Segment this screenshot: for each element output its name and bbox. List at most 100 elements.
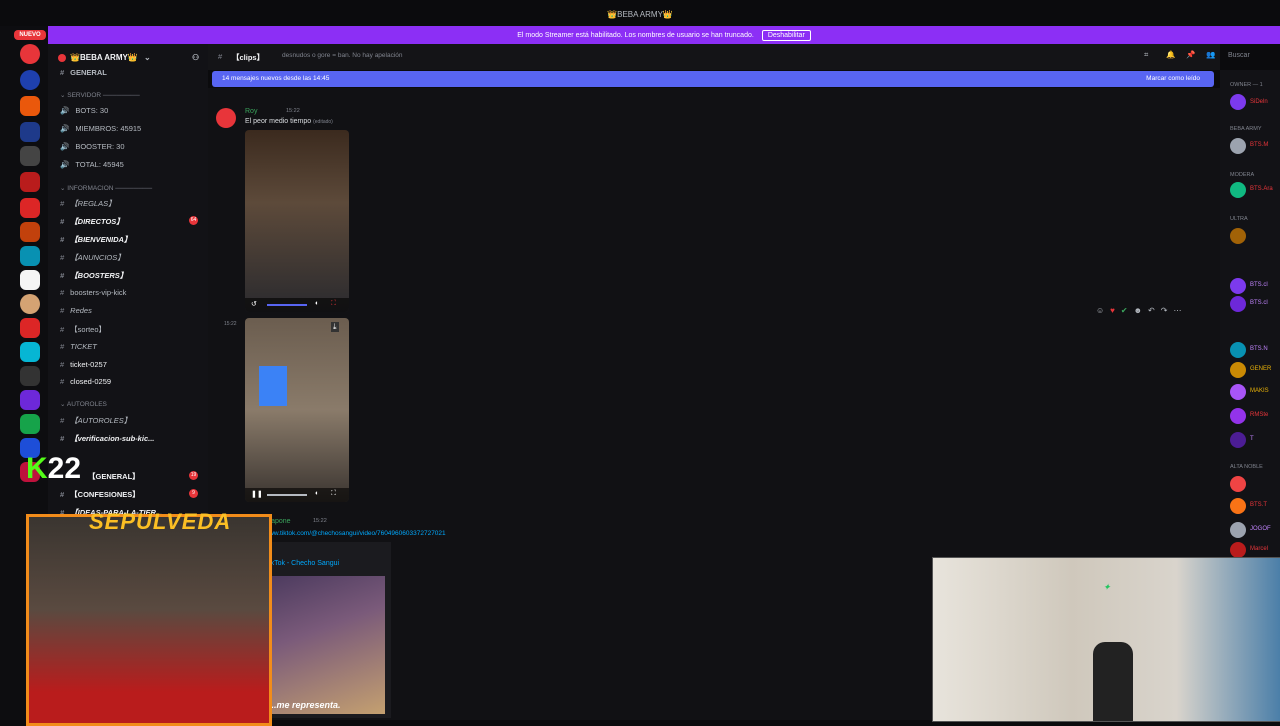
avatar[interactable] (1230, 542, 1246, 558)
member-name[interactable]: JOGOF (1250, 526, 1271, 532)
disable-streamer-button[interactable]: Deshabilitar (761, 29, 811, 41)
pause-icon[interactable]: ❚❚ (251, 490, 263, 498)
volume-icon[interactable]: ◐ (315, 490, 319, 497)
member-name[interactable]: BTS.M (1250, 142, 1268, 148)
stat-channel[interactable]: 🔊 TOTAL: 45945 (60, 160, 124, 169)
video-attachment[interactable]: ↺ ◐ ⛶ (245, 130, 349, 312)
member-name[interactable]: BTS.T (1250, 502, 1267, 508)
avatar[interactable] (1230, 296, 1246, 312)
server-icon[interactable] (20, 198, 40, 218)
avatar[interactable] (1230, 476, 1246, 492)
channel-bienvenida[interactable]: # 【BIENVENIDA】 (60, 234, 131, 245)
channel-ticket-0257[interactable]: # ticket-0257 (60, 360, 107, 369)
fullscreen-icon[interactable]: ⛶ (331, 300, 336, 308)
forward-icon[interactable]: ↷ (1161, 306, 1168, 315)
stat-channel[interactable]: 🔊 BOTS: 30 (60, 106, 108, 115)
download-icon[interactable]: ⤓ (331, 322, 339, 332)
avatar[interactable] (1230, 384, 1246, 400)
server-header[interactable]: 👑BEBA ARMY👑 ⌄ ⚇ (48, 50, 208, 66)
member-name[interactable]: BTS.cl (1250, 300, 1268, 306)
server-icon[interactable] (20, 222, 40, 242)
category-informacion[interactable]: ⌄ INFORMACION ──────── (60, 184, 152, 192)
member-name[interactable]: Marcel (1250, 546, 1268, 552)
video-progress[interactable] (267, 494, 307, 496)
avatar[interactable] (1230, 432, 1246, 448)
member-name[interactable]: SiDeln (1250, 99, 1268, 105)
member-name[interactable]: BTS.N (1250, 346, 1268, 352)
channel-autoroles[interactable]: # 【AUTOROLES】 (60, 415, 131, 426)
server-icon[interactable] (20, 96, 40, 116)
more-icon[interactable]: ⋯ (1173, 306, 1181, 315)
avatar[interactable] (1230, 138, 1246, 154)
avatar[interactable] (1230, 182, 1246, 198)
channel-ticket[interactable]: # TICKET (60, 342, 97, 351)
avatar[interactable] (1230, 94, 1246, 110)
message-link[interactable]: https://www.tiktok.com/@chechosangui/vid… (245, 530, 446, 537)
channel-general-top[interactable]: # GENERAL (60, 68, 107, 77)
avatar[interactable] (216, 108, 236, 128)
avatar[interactable] (1230, 342, 1246, 358)
search-input[interactable]: Buscar (1228, 52, 1250, 59)
channel-boosters-vip-kick[interactable]: # boosters-vip-kick (60, 288, 126, 297)
channel-closed-0259[interactable]: # closed-0259 (60, 377, 111, 386)
channel-general[interactable]: 【GENERAL】 (88, 471, 140, 482)
add-member-icon[interactable]: ⚇ (192, 53, 199, 62)
embed-thumbnail[interactable]: ...me representa. (265, 576, 385, 714)
video-progress[interactable] (267, 304, 307, 306)
mark-read-button[interactable]: Marcar como leído (1146, 75, 1200, 82)
server-icon[interactable] (20, 318, 40, 338)
member-name[interactable]: MAKIS (1250, 388, 1269, 394)
video-attachment[interactable]: ⤓ ❚❚ ◐ ⛶ (245, 318, 349, 502)
member-name[interactable]: T (1250, 436, 1254, 442)
emoji-icon[interactable]: ☺ (1096, 306, 1104, 315)
channel-directos[interactable]: # 【DIRECTOS】 (60, 216, 124, 227)
server-icon[interactable] (20, 414, 40, 434)
member-name[interactable]: BTS.cl (1250, 282, 1268, 288)
channel-confesiones[interactable]: # 【CONFESIONES】 (60, 489, 140, 500)
avatar[interactable] (1230, 362, 1246, 378)
member-name[interactable]: RMSte (1250, 412, 1268, 418)
channel-anuncios[interactable]: # 【ANUNCIOS】 (60, 252, 125, 263)
members-icon[interactable]: 👥 (1206, 50, 1215, 59)
volume-icon[interactable]: ◐ (315, 300, 319, 307)
server-icon[interactable] (20, 122, 40, 142)
server-icon[interactable] (20, 172, 40, 192)
fullscreen-icon[interactable]: ⛶ (331, 490, 336, 498)
server-icon[interactable] (20, 146, 40, 166)
server-icon[interactable] (20, 70, 40, 90)
server-icon[interactable] (20, 44, 40, 64)
threads-icon[interactable]: ⌗ (1144, 50, 1148, 60)
replay-icon[interactable]: ↺ (251, 300, 257, 308)
embed-title[interactable]: TikTok - Checho Sangui (265, 560, 339, 567)
new-messages-bar[interactable]: 14 mensajes nuevos desde las 14:45 Marca… (212, 71, 1214, 87)
server-icon[interactable] (20, 390, 40, 410)
check-icon[interactable]: ✔ (1121, 306, 1128, 315)
server-icon[interactable] (20, 342, 40, 362)
stat-channel[interactable]: 🔊 BOOSTER: 30 (60, 142, 125, 151)
heart-icon[interactable]: ♥ (1110, 306, 1115, 315)
server-icon[interactable] (20, 294, 40, 314)
channel-verificacion[interactable]: # 【verificacion-sub-kic... (60, 433, 154, 444)
avatar[interactable] (1230, 408, 1246, 424)
channel-reglas[interactable]: # 【REGLAS】 (60, 198, 116, 209)
pin-icon[interactable]: 📌 (1186, 50, 1195, 59)
category-autoroles[interactable]: ⌄ AUTOROLES (60, 400, 107, 408)
category-servidor[interactable]: ⌄ SERVIDOR ──────── (60, 91, 140, 99)
channel-sorteo[interactable]: # 【sorteo】 (60, 324, 106, 335)
member-name[interactable]: BTS.Ara (1250, 186, 1273, 192)
member-name[interactable]: GENER (1250, 366, 1271, 372)
server-icon[interactable] (20, 366, 40, 386)
avatar[interactable] (1230, 498, 1246, 514)
channel-redes[interactable]: # Redes (60, 306, 92, 315)
server-icon[interactable] (20, 246, 40, 266)
bell-icon[interactable]: 🔔 (1166, 50, 1175, 59)
reply-icon[interactable]: ↶ (1148, 306, 1155, 315)
channel-boosters[interactable]: # 【BOOSTERS】 (60, 270, 127, 281)
stat-channel[interactable]: 🔊 MIEMBROS: 45915 (60, 124, 141, 133)
avatar[interactable] (1230, 228, 1246, 244)
server-icon[interactable] (20, 270, 40, 290)
reaction-icon[interactable]: ☻ (1134, 306, 1142, 315)
avatar[interactable] (1230, 522, 1246, 538)
avatar[interactable] (1230, 278, 1246, 294)
message-author[interactable]: Roy (245, 108, 257, 115)
